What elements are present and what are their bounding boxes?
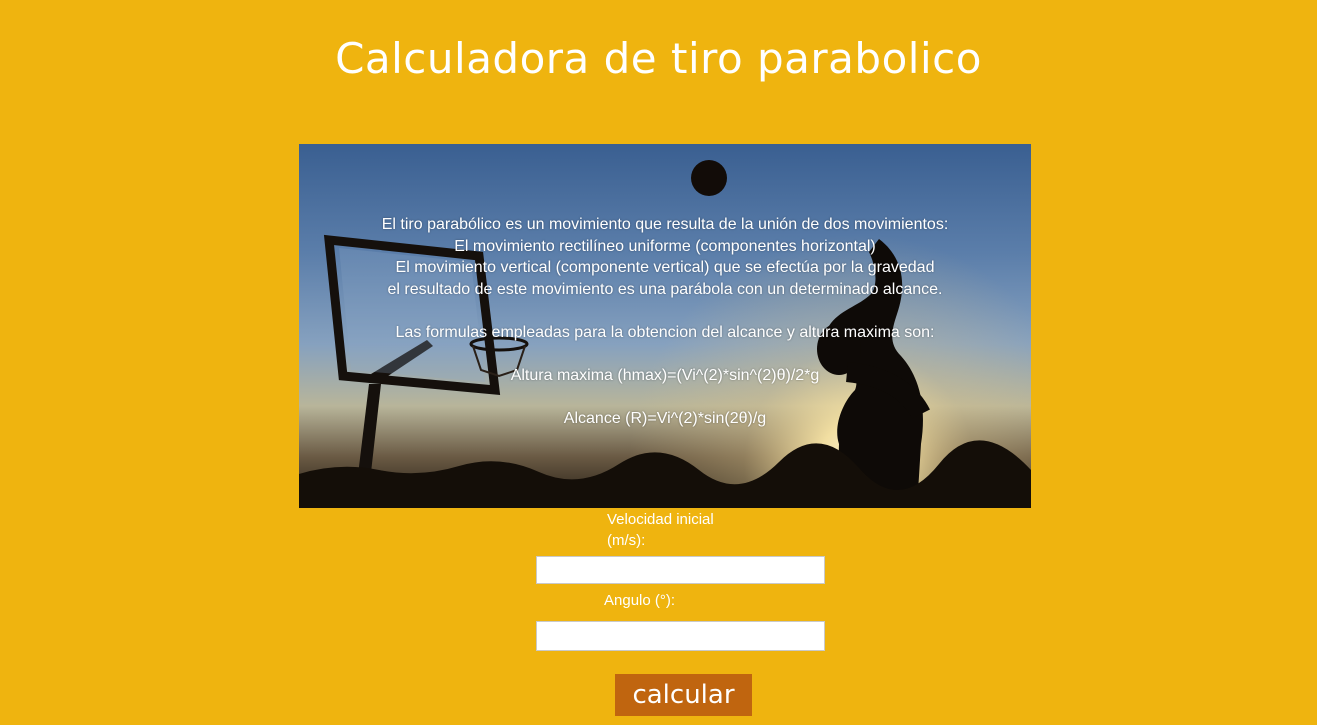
hero-line: El movimiento rectilíneo uniforme (compo… (454, 237, 876, 255)
angulo-label: Angulo (°): (604, 592, 676, 609)
hero-line: Las formulas empleadas para la obtencion… (395, 323, 935, 341)
hero-description: El tiro parabólico es un movimiento que … (299, 214, 1031, 429)
angulo-input[interactable] (536, 621, 825, 651)
formula-altura: Altura maxima (hmax)=(Vi^(2)*sin^(2)θ)/2… (510, 366, 820, 384)
hero-line: el resultado de este movimiento es una p… (387, 280, 943, 298)
hero-line: El tiro parabólico es un movimiento que … (381, 216, 949, 233)
velocidad-input[interactable] (536, 556, 825, 584)
calcular-button[interactable]: calcular (615, 674, 752, 716)
hero-image: El tiro parabólico es un movimiento que … (299, 144, 1031, 508)
velocidad-label: Velocidad inicial (m/s): (607, 511, 714, 549)
hero-line: El movimiento vertical (componente verti… (395, 259, 935, 276)
formula-alcance: Alcance (R)=Vi^(2)*sin(2θ)/g (563, 409, 767, 427)
page-title: Calculadora de tiro parabolico (335, 34, 982, 83)
